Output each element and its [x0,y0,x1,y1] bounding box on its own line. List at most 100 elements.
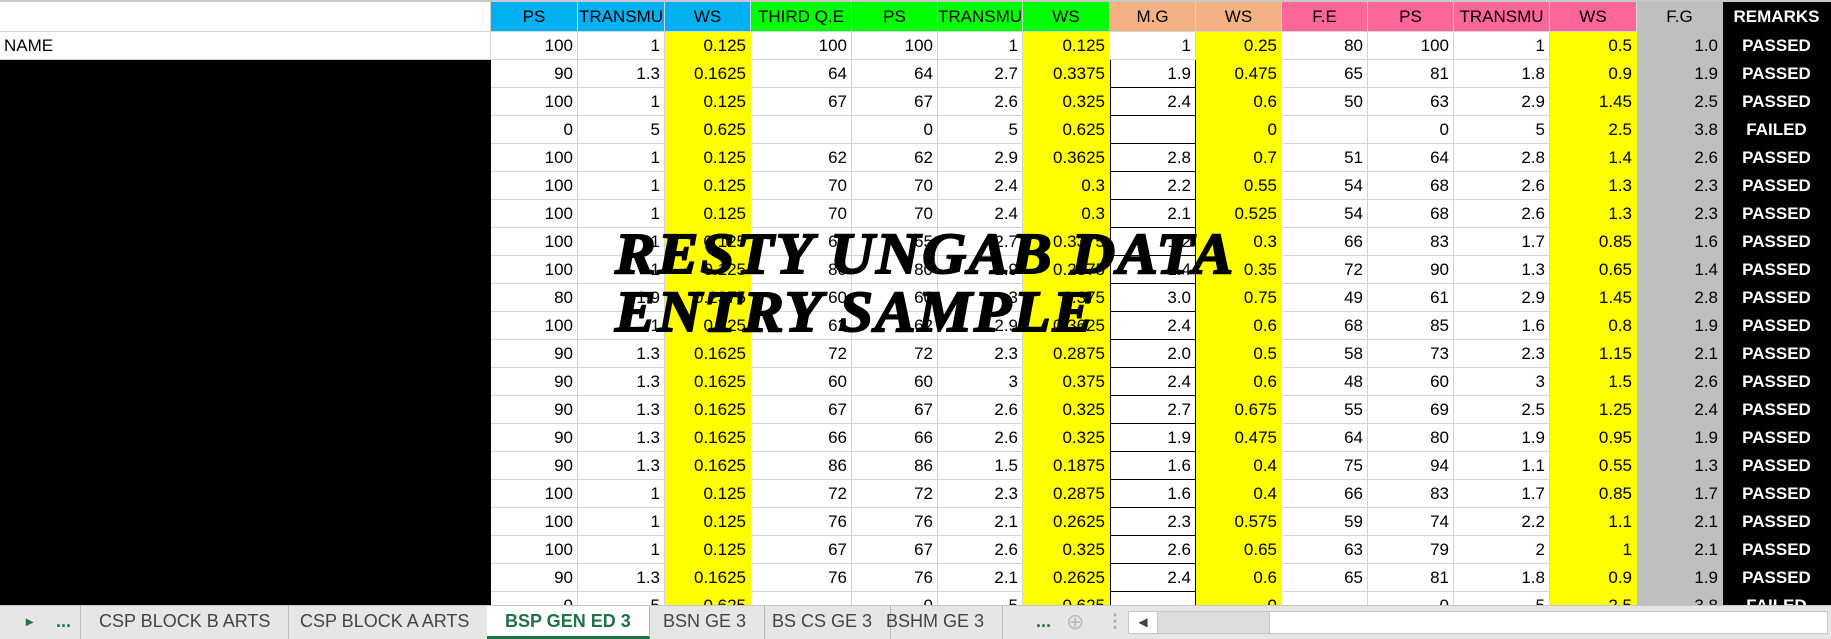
cell-remarks[interactable]: PASSED [1723,340,1831,368]
cell-name[interactable] [0,368,491,396]
cell-ws-3[interactable]: 0.2625 [1023,508,1110,536]
cell-name[interactable]: NAME [0,32,491,60]
cell-transmu-fe[interactable]: 2.6 [1454,200,1550,228]
cell-ws-mg[interactable]: 0.525 [1196,200,1282,228]
cell-third-qe[interactable]: 70 [751,200,852,228]
cell-ps-fe[interactable]: 69 [1368,396,1454,424]
cell-remarks[interactable]: PASSED [1723,256,1831,284]
cell-ps-fe[interactable]: 83 [1368,228,1454,256]
cell-fg[interactable]: 3.8 [1637,592,1723,605]
cell-ws-1[interactable]: 0.2375 [665,284,751,312]
cell-third-qe[interactable] [751,592,852,605]
cell-remarks[interactable]: FAILED [1723,592,1831,605]
cell-ws-1[interactable]: 0.625 [665,592,751,605]
cell-ps-1[interactable]: 100 [491,228,578,256]
cell-mg[interactable]: 2.4 [1110,368,1196,396]
cell-ps-fe[interactable]: 63 [1368,88,1454,116]
cell-fe[interactable]: 48 [1282,368,1368,396]
cell-fe[interactable] [1282,592,1368,605]
tab-bshm-ge-3[interactable]: BSHM GE 3 [868,606,1004,639]
cell-fg[interactable]: 2.6 [1637,144,1723,172]
cell-ws-1[interactable]: 0.125 [665,172,751,200]
cell-ps-3[interactable]: 70 [852,172,938,200]
cell-name[interactable] [0,508,491,536]
cell-ws-mg[interactable]: 0.6 [1196,564,1282,592]
cell-remarks[interactable]: PASSED [1723,480,1831,508]
cell-ws-mg[interactable]: 0 [1196,592,1282,605]
cell-transmu-3[interactable]: 2.1 [938,508,1023,536]
cell-ws-1[interactable]: 0.125 [665,312,751,340]
cell-ps-fe[interactable]: 61 [1368,284,1454,312]
cell-name[interactable] [0,116,491,144]
scrollbar-thumb[interactable] [1269,612,1827,633]
cell-fe[interactable]: 63 [1282,536,1368,564]
cell-fe[interactable]: 58 [1282,340,1368,368]
cell-ws-mg[interactable]: 0.6 [1196,88,1282,116]
cell-name[interactable] [0,424,491,452]
cell-transmu-3[interactable]: 2.6 [938,424,1023,452]
cell-ps-3[interactable]: 0 [852,592,938,605]
cell-transmu-fe[interactable]: 3 [1454,368,1550,396]
cell-name[interactable] [0,200,491,228]
cell-ws-mg[interactable]: 0.575 [1196,508,1282,536]
cell-ws-mg[interactable]: 0.65 [1196,536,1282,564]
cell-fg[interactable]: 1.9 [1637,60,1723,88]
cell-third-qe[interactable]: 72 [751,480,852,508]
cell-mg[interactable]: 1.6 [1110,452,1196,480]
cell-transmu-fe[interactable]: 1 [1454,32,1550,60]
next-sheet-arrow-icon[interactable]: ▸ [26,606,33,639]
cell-fg[interactable]: 1.9 [1637,424,1723,452]
cell-fe[interactable]: 51 [1282,144,1368,172]
cell-ps-3[interactable]: 64 [852,60,938,88]
cell-transmu-fe[interactable]: 2.6 [1454,172,1550,200]
cell-ws-fe[interactable]: 0.65 [1550,256,1637,284]
cell-ps-3[interactable]: 76 [852,508,938,536]
cell-ps-3[interactable]: 72 [852,340,938,368]
cell-remarks[interactable]: PASSED [1723,508,1831,536]
cell-transmu-3[interactable]: 3 [938,368,1023,396]
cell-mg[interactable]: 1.9 [1110,424,1196,452]
cell-transmu-3[interactable]: 1.9 [938,256,1023,284]
cell-ps-fe[interactable]: 100 [1368,32,1454,60]
cell-name[interactable] [0,60,491,88]
cell-mg[interactable]: 2.0 [1110,340,1196,368]
cell-transmu-3[interactable]: 2.6 [938,536,1023,564]
cell-name[interactable] [0,284,491,312]
cell-fg[interactable]: 1.9 [1637,564,1723,592]
cell-third-qe[interactable]: 80 [751,256,852,284]
cell-transmu-3[interactable]: 2.6 [938,88,1023,116]
cell-transmu-fe[interactable]: 1.8 [1454,564,1550,592]
cell-ps-1[interactable]: 100 [491,480,578,508]
cell-ws-3[interactable]: 0.325 [1023,536,1110,564]
cell-ws-fe[interactable]: 2.5 [1550,116,1637,144]
header-third-qe[interactable]: THIRD Q.E [751,2,852,32]
cell-third-qe[interactable]: 65 [751,228,852,256]
cell-ws-fe[interactable]: 1.15 [1550,340,1637,368]
cell-fe[interactable]: 49 [1282,284,1368,312]
cell-fe[interactable]: 66 [1282,228,1368,256]
cell-remarks[interactable]: PASSED [1723,564,1831,592]
header-fg[interactable]: F.G [1637,2,1723,32]
cell-mg[interactable]: 2.7 [1110,396,1196,424]
cell-third-qe[interactable]: 66 [751,424,852,452]
cell-ws-mg[interactable]: 0.475 [1196,424,1282,452]
cell-transmu-3[interactable]: 2.7 [938,60,1023,88]
cell-ws-fe[interactable]: 0.85 [1550,480,1637,508]
cell-ps-fe[interactable]: 64 [1368,144,1454,172]
cell-ps-3[interactable]: 80 [852,256,938,284]
cell-mg[interactable]: 2.1 [1110,200,1196,228]
cell-transmu-1[interactable]: 1.3 [578,368,665,396]
cell-ps-fe[interactable]: 0 [1368,592,1454,605]
header-ws-1[interactable]: WS [665,2,751,32]
cell-ws-mg[interactable]: 0.35 [1196,256,1282,284]
cell-transmu-1[interactable]: 1 [578,480,665,508]
cell-name[interactable] [0,256,491,284]
cell-remarks[interactable]: PASSED [1723,172,1831,200]
cell-remarks[interactable]: PASSED [1723,396,1831,424]
cell-transmu-1[interactable]: 1.3 [578,396,665,424]
cell-fg[interactable]: 3.8 [1637,116,1723,144]
cell-fe[interactable]: 55 [1282,396,1368,424]
cell-mg[interactable]: 2.2 [1110,172,1196,200]
cell-transmu-1[interactable]: 1.3 [578,564,665,592]
header-transmu-fe[interactable]: TRANSMU [1454,2,1550,32]
